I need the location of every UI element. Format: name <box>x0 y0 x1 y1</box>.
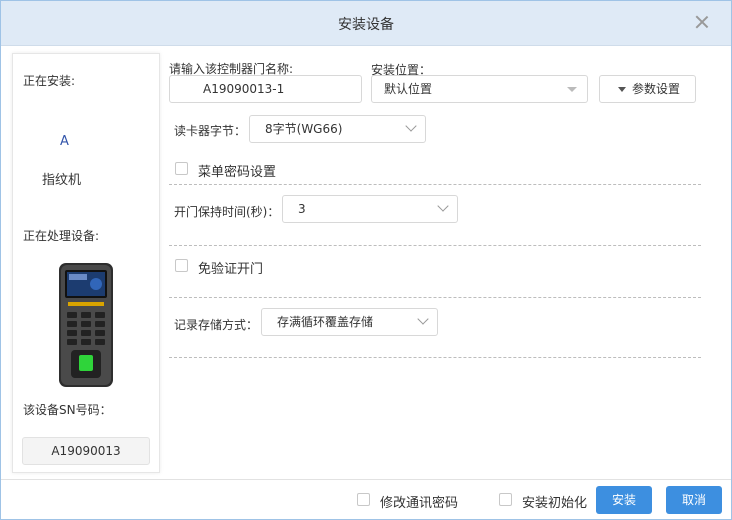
param-settings-label: 参数设置 <box>632 82 681 96</box>
install-device-dialog: 安装设备 正在安装: A 指纹机 正在处理设备: 该设备SN号码： A19090… <box>0 0 732 520</box>
divider <box>169 245 701 246</box>
chevron-down-icon <box>405 120 417 132</box>
install-init-checkbox[interactable] <box>499 493 512 506</box>
door-name-input[interactable]: A19090013-1 <box>169 75 362 103</box>
menu-password-label: 菜单密码设置 <box>198 165 277 180</box>
reader-bytes-select[interactable]: 8字节(WG66) <box>249 115 426 143</box>
installing-label: 正在安装: <box>23 74 76 88</box>
close-icon[interactable] <box>693 13 711 31</box>
no-auth-open-checkbox[interactable] <box>175 259 188 272</box>
modify-password-checkbox[interactable] <box>357 493 370 506</box>
location-select[interactable]: 默认位置 <box>371 75 588 103</box>
fingerprint-device-image <box>59 263 113 387</box>
footer-divider <box>1 479 731 480</box>
sn-value: A19090013 <box>22 437 150 465</box>
modify-password-label: 修改通讯密码 <box>380 496 459 511</box>
reader-bytes-value: 8字节(WG66) <box>265 122 343 136</box>
caret-down-icon <box>567 87 577 92</box>
no-auth-open-label: 免验证开门 <box>198 262 264 277</box>
door-hold-value: 3 <box>298 202 306 216</box>
storage-value: 存满循环覆盖存储 <box>277 315 374 329</box>
install-button[interactable]: 安装 <box>596 486 652 514</box>
reader-bytes-label: 读卡器字节： <box>174 124 247 138</box>
processing-label: 正在处理设备: <box>23 229 100 243</box>
install-init-label: 安装初始化 <box>522 496 588 511</box>
cancel-button[interactable]: 取消 <box>666 486 722 514</box>
dialog-titlebar: 安装设备 <box>1 1 731 46</box>
door-hold-label: 开门保持时间(秒)： <box>174 205 280 219</box>
caret-down-icon <box>618 87 626 92</box>
device-letter: A <box>60 134 69 149</box>
divider <box>169 297 701 298</box>
device-info-panel: 正在安装: A 指纹机 正在处理设备: 该设备SN号码： A19090013 <box>12 53 160 473</box>
divider <box>169 357 701 358</box>
chevron-down-icon <box>437 200 449 212</box>
param-settings-button[interactable]: 参数设置 <box>599 75 696 103</box>
dialog-title: 安装设备 <box>338 17 394 33</box>
storage-label: 记录存储方式： <box>174 318 259 332</box>
sn-label: 该设备SN号码： <box>23 403 112 417</box>
device-type-label: 指纹机 <box>42 173 82 188</box>
location-select-value: 默认位置 <box>384 82 433 96</box>
menu-password-checkbox[interactable] <box>175 162 188 175</box>
door-hold-select[interactable]: 3 <box>282 195 458 223</box>
storage-select[interactable]: 存满循环覆盖存储 <box>261 308 438 336</box>
divider <box>169 184 701 185</box>
chevron-down-icon <box>417 313 429 325</box>
